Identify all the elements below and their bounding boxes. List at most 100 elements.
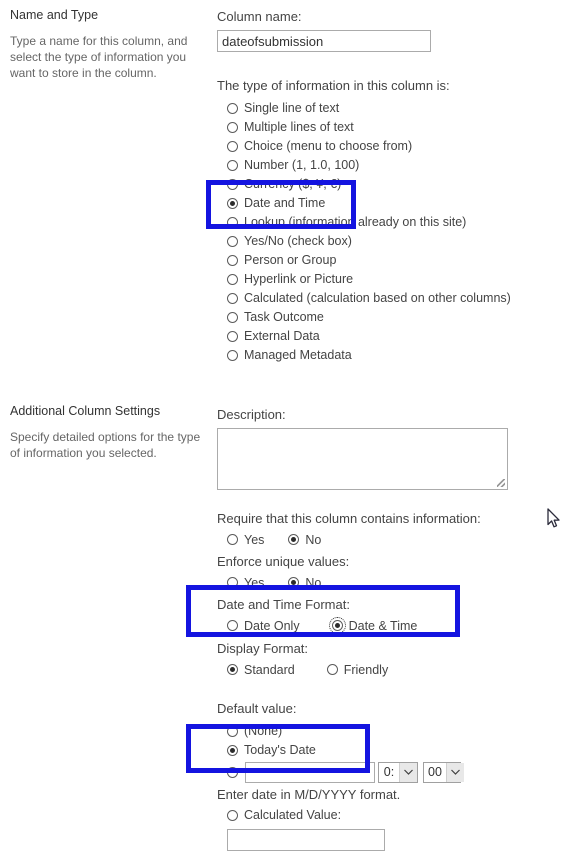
date-only-option[interactable]: Date Only	[217, 619, 300, 633]
description-textarea[interactable]	[217, 428, 508, 490]
type-option-row[interactable]: Single line of text	[217, 99, 569, 118]
default-date-input[interactable]	[245, 761, 375, 783]
name-and-type-section: Name and Type Type a name for this colum…	[10, 8, 206, 81]
type-option-label: Single line of text	[244, 101, 340, 115]
type-option-row[interactable]: Person or Group	[217, 251, 569, 270]
type-option-radio[interactable]	[227, 198, 238, 209]
type-option-row[interactable]: Date and Time	[217, 194, 569, 213]
type-option-radio[interactable]	[227, 331, 238, 342]
enforce-unique-yes-radio[interactable]	[227, 577, 238, 588]
type-option-radio[interactable]	[227, 217, 238, 228]
require-information-no[interactable]: No	[278, 533, 321, 547]
type-option-radio[interactable]	[227, 312, 238, 323]
type-option-radio[interactable]	[227, 141, 238, 152]
type-option-row[interactable]: Yes/No (check box)	[217, 232, 569, 251]
date-and-time-option[interactable]: Date & Time	[322, 617, 418, 634]
type-option-radio[interactable]	[227, 255, 238, 266]
enforce-unique-yes[interactable]: Yes	[217, 576, 264, 590]
enforce-unique-group: Enforce unique values: Yes No	[217, 553, 569, 592]
type-of-information-label: The type of information in this column i…	[217, 78, 450, 93]
type-option-radio[interactable]	[227, 236, 238, 247]
default-value-specific-date-radio[interactable]	[227, 766, 238, 778]
type-option-label: Yes/No (check box)	[244, 234, 352, 248]
display-format-radios: Standard Friendly	[217, 660, 569, 679]
chevron-down-icon[interactable]	[399, 762, 417, 782]
chevron-down-icon[interactable]	[445, 762, 464, 782]
type-option-row[interactable]: Currency ($, ¥, €)	[217, 175, 569, 194]
column-settings-form: Name and Type Type a name for this colum…	[0, 0, 579, 851]
type-option-row[interactable]: Calculated (calculation based on other c…	[217, 289, 569, 308]
type-option-label: Date and Time	[244, 196, 326, 210]
require-information-radios: Yes No	[217, 530, 569, 549]
type-option-radio[interactable]	[227, 179, 238, 190]
type-of-information-radio-list: Single line of text Multiple lines of tex…	[217, 99, 569, 365]
type-option-radio[interactable]	[227, 103, 238, 114]
date-time-format-label: Date and Time Format:	[217, 597, 350, 612]
type-option-row[interactable]: Task Outcome	[217, 308, 569, 327]
type-option-row[interactable]: Number (1, 1.0, 100)	[217, 156, 569, 175]
display-format-standard-label: Standard	[244, 662, 295, 677]
require-information-yes[interactable]: Yes	[217, 533, 264, 547]
display-format-standard-radio[interactable]	[227, 664, 238, 675]
type-option-label: Choice (menu to choose from)	[244, 139, 413, 153]
default-value-today[interactable]: Today's Date	[217, 741, 569, 760]
require-information-label: Require that this column contains inform…	[217, 511, 481, 526]
type-option-radio[interactable]	[227, 274, 238, 285]
display-format-friendly-label: Friendly	[343, 662, 389, 677]
type-option-row[interactable]: Managed Metadata	[217, 346, 569, 365]
default-value-calculated-label: Calculated Value:	[244, 808, 342, 822]
default-value-specific-date-row: 0: 00	[217, 760, 569, 784]
type-option-label: Person or Group	[244, 253, 337, 267]
type-option-label: Hyperlink or Picture	[244, 272, 354, 286]
default-value-group: Default value: (None) Today's Date 0: 00	[217, 700, 569, 851]
date-time-format-group: Date and Time Format: Date Only Date & T…	[217, 596, 569, 635]
date-time-format-radios: Date Only Date & Time	[217, 616, 569, 635]
date-and-time-radio[interactable]	[328, 617, 346, 634]
type-option-row[interactable]: Lookup (information already on this site…	[217, 213, 569, 232]
type-option-radio[interactable]	[227, 350, 238, 361]
default-value-none-label: (None)	[244, 724, 283, 738]
require-information-yes-radio[interactable]	[227, 534, 238, 545]
default-value-calculated-radio[interactable]	[227, 810, 238, 821]
additional-column-settings-section: Additional Column Settings Specify detai…	[10, 404, 206, 461]
display-format-friendly[interactable]: Friendly	[317, 663, 388, 677]
column-name-input[interactable]	[217, 30, 431, 52]
default-value-none-radio[interactable]	[227, 726, 238, 737]
display-format-standard[interactable]: Standard	[217, 663, 295, 677]
enforce-unique-no-radio[interactable]	[288, 577, 300, 588]
type-option-row[interactable]: Multiple lines of text	[217, 118, 569, 137]
description-field-group: Description:	[217, 406, 569, 490]
default-value-none[interactable]: (None)	[217, 722, 569, 741]
date-and-time-label: Date & Time	[348, 618, 418, 633]
type-option-radio[interactable]	[227, 293, 238, 304]
display-format-friendly-radio[interactable]	[326, 664, 338, 675]
type-option-label: Task Outcome	[244, 310, 324, 324]
column-name-label: Column name:	[217, 9, 302, 24]
type-option-radio[interactable]	[227, 122, 238, 133]
type-option-radio[interactable]	[227, 160, 238, 171]
calculated-value-input[interactable]	[227, 829, 385, 851]
date-only-radio[interactable]	[227, 620, 238, 631]
type-option-label: Multiple lines of text	[244, 120, 354, 134]
default-minute-select[interactable]: 00	[423, 761, 464, 783]
require-information-yes-label: Yes	[244, 532, 265, 547]
additional-settings-help: Specify detailed options for the type of…	[10, 430, 201, 460]
type-option-row[interactable]: External Data	[217, 327, 569, 346]
default-hour-select[interactable]: 0:	[378, 761, 418, 783]
enforce-unique-no[interactable]: No	[278, 576, 321, 590]
display-format-group: Display Format: Standard Friendly	[217, 640, 569, 679]
type-option-row[interactable]: Choice (menu to choose from)	[217, 137, 569, 156]
require-information-no-radio[interactable]	[288, 534, 300, 545]
additional-settings-title: Additional Column Settings	[10, 404, 161, 418]
enforce-unique-label: Enforce unique values:	[217, 554, 350, 569]
require-information-no-label: No	[305, 532, 322, 547]
default-value-today-radio[interactable]	[227, 745, 238, 756]
resize-grip-icon[interactable]	[497, 479, 505, 487]
type-option-row[interactable]: Hyperlink or Picture	[217, 270, 569, 289]
default-value-calculated[interactable]: Calculated Value:	[217, 806, 569, 825]
enforce-unique-no-label: No	[305, 575, 322, 590]
default-value-today-label: Today's Date	[244, 743, 316, 757]
type-option-label: Number (1, 1.0, 100)	[244, 158, 360, 172]
type-option-label: Lookup (information already on this site…	[244, 215, 467, 229]
enforce-unique-radios: Yes No	[217, 573, 569, 592]
